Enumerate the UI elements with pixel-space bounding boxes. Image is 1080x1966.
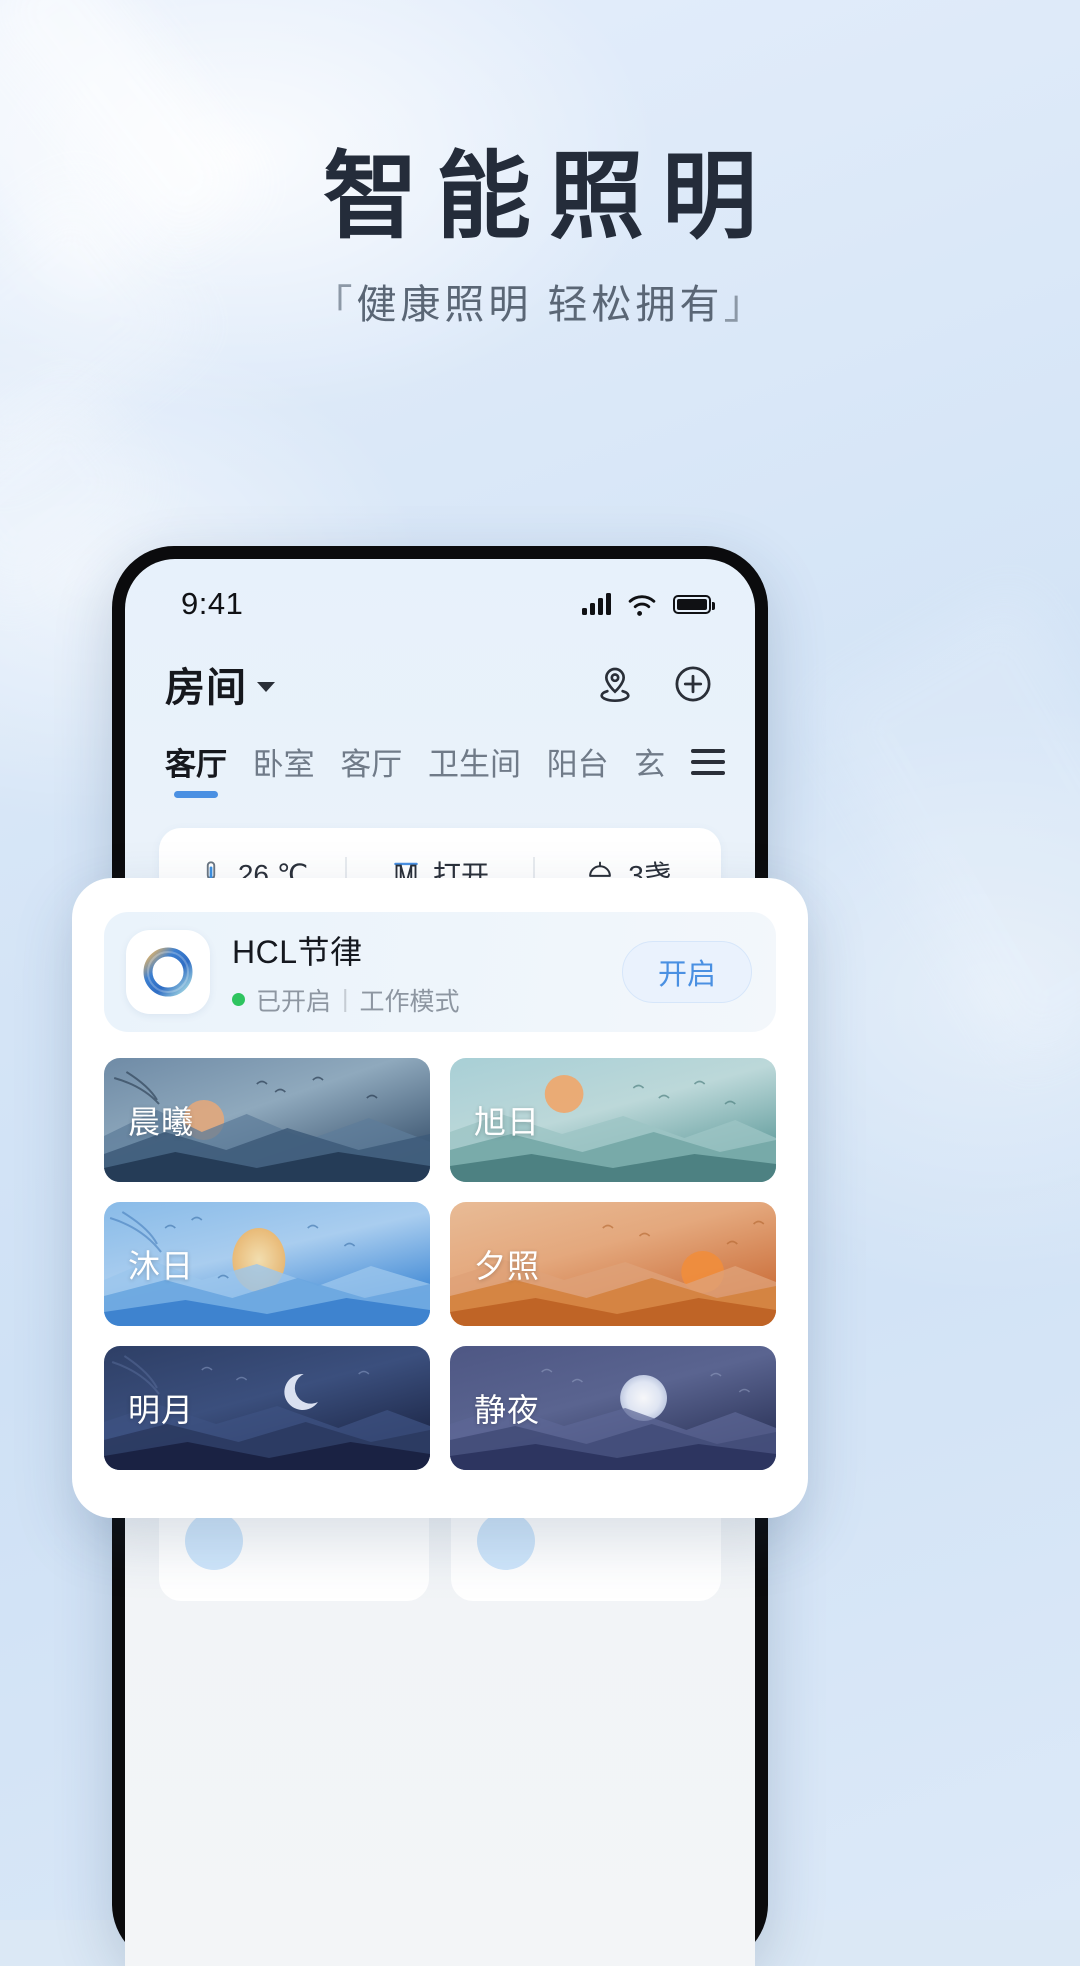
scene-grid: 晨曦 旭日 [104,1058,776,1470]
tab-bathroom[interactable]: 卫生间 [428,739,521,798]
scene-card-mingyue[interactable]: 明月 [104,1346,430,1470]
wifi-icon [625,591,659,617]
hcl-mode-text: 工作模式 [360,982,460,1018]
subtitle-open-bracket: 「 [312,283,356,327]
subtitle-text: 健康照明 轻松拥有 [356,283,723,327]
chevron-down-icon [257,682,275,692]
battery-icon [673,595,711,614]
location-pin-icon[interactable] [593,662,637,706]
scene-card-jingye[interactable]: 静夜 [450,1346,776,1470]
page-title: 智能照明 [0,140,1080,256]
scene-card-xizhao[interactable]: 夕照 [450,1202,776,1326]
hcl-enable-button[interactable]: 开启 [622,941,752,1003]
scene-icon [185,1512,243,1570]
scene-label: 静夜 [474,1385,540,1431]
subtitle-close-bracket: 」 [724,283,768,327]
tab-living-room[interactable]: 客厅 [165,739,227,798]
scene-card-chenxi[interactable]: 晨曦 [104,1058,430,1182]
hcl-rhythm-card[interactable]: HCL节律 已开启 | 工作模式 开启 [104,912,776,1032]
tab-living-room-2[interactable]: 客厅 [340,739,402,798]
status-dot-icon [232,993,245,1006]
status-bar: 9:41 [125,559,755,631]
scene-card-xuri[interactable]: 旭日 [450,1058,776,1182]
hcl-status-line: 已开启 | 工作模式 [232,982,600,1018]
header-actions [593,662,715,706]
hcl-text-block: HCL节律 已开启 | 工作模式 [232,927,600,1018]
lighting-panel-sheet: HCL节律 已开启 | 工作模式 开启 [72,878,808,1518]
tab-balcony[interactable]: 阳台 [547,739,609,798]
hcl-status-text: 已开启 [256,982,331,1018]
status-bar-indicators [582,591,711,617]
light-streak [811,588,1080,1072]
scene-label: 晨曦 [128,1097,194,1143]
plus-circle-icon[interactable] [671,662,715,706]
hero-section: 智能照明 「健康照明 轻松拥有」 [0,140,1080,330]
hcl-title: HCL节律 [232,934,363,970]
hcl-ring-icon [126,930,210,1014]
scene-label: 旭日 [474,1097,540,1143]
scene-label: 沐日 [128,1241,194,1287]
status-bar-time: 9:41 [181,586,243,622]
scene-card-muri[interactable]: 沐日 [104,1202,430,1326]
room-selector[interactable]: 房间 [165,655,275,713]
app-header: 房间 [125,631,755,713]
scene-label: 夕照 [474,1241,540,1287]
tab-bedroom[interactable]: 卧室 [253,739,315,798]
room-tabs: 客厅 卧室 客厅 卫生间 阳台 玄 [125,713,755,798]
hamburger-menu-icon[interactable] [691,749,725,789]
tab-entryway[interactable]: 玄 [634,739,665,798]
room-selector-label: 房间 [165,655,247,713]
scene-label: 明月 [128,1385,194,1431]
hcl-separator: | [342,985,349,1014]
page-subtitle: 「健康照明 轻松拥有」 [0,272,1080,330]
signal-bars-icon [582,593,611,615]
scene-icon [477,1512,535,1570]
